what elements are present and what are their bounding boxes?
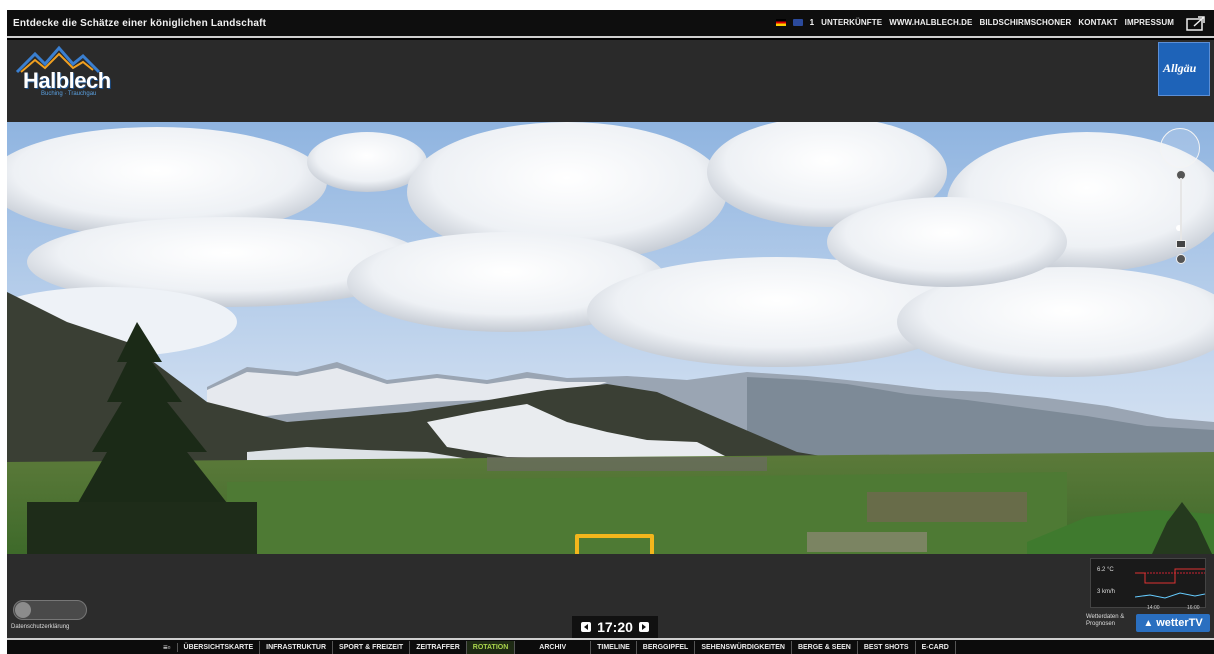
bottom-nav: ≡▫ ÜBERSICHTSKARTE INFRASTRUKTUR SPORT &…: [7, 638, 1214, 654]
nav-archiv[interactable]: ARCHIV: [515, 641, 592, 654]
nav-zeitraffer[interactable]: ZEITRAFFER: [410, 641, 467, 654]
weather-widget[interactable]: 6.2 °C 3 km/h 14:00 16:00 Wetterdaten & …: [1086, 554, 1210, 638]
time-display: 17:20: [597, 619, 633, 635]
nav-link-impressum[interactable]: IMPRESSUM: [1125, 18, 1174, 27]
nav-ecard[interactable]: E-CARD: [916, 641, 956, 654]
graph-tick-1: 14:00: [1147, 605, 1160, 611]
header: Halblech Buching · Trauchgau Allgäu: [7, 40, 1214, 122]
toggle-knob-icon[interactable]: [15, 602, 31, 618]
webcam-page: Entdecke die Schätze einer königlichen L…: [7, 10, 1214, 654]
bottom-nav-items: ≡▫ ÜBERSICHTSKARTE INFRASTRUKTUR SPORT &…: [157, 641, 956, 654]
webcam-panorama[interactable]: [7, 122, 1214, 554]
graph-tick-2: 16:00: [1187, 605, 1200, 611]
nav-sehenswuerdigkeiten[interactable]: SEHENSWÜRDIGKEITEN: [695, 641, 792, 654]
control-panel: Datenschutzerklärung 17:20 6.2 °C 3 km/h…: [7, 554, 1214, 638]
german-flag-icon[interactable]: [775, 19, 786, 26]
weather-chart: 6.2 °C 3 km/h 14:00 16:00: [1090, 558, 1206, 611]
panorama-image: [7, 122, 1214, 554]
previous-time-button[interactable]: [581, 622, 592, 632]
nav-berge-seen[interactable]: BERGE & SEEN: [792, 641, 858, 654]
data-protection-toggle[interactable]: Datenschutzerklärung: [11, 594, 101, 634]
facebook-icon[interactable]: [792, 19, 803, 26]
nav-timeline[interactable]: TIMELINE: [591, 641, 637, 654]
temperature-label: 6.2 °C: [1097, 567, 1114, 573]
compass-icon[interactable]: [1160, 128, 1200, 168]
halblech-logo[interactable]: Halblech Buching · Trauchgau: [13, 42, 133, 102]
wettertv-text: wetterTV: [1156, 617, 1203, 629]
weather-graph: [1135, 568, 1205, 599]
nav-best-shots[interactable]: BEST SHOTS: [858, 641, 916, 654]
logo-subtext: Buching · Trauchgau: [41, 91, 97, 97]
allgaeu-badge[interactable]: Allgäu: [1158, 42, 1210, 96]
nav-link-halblech[interactable]: WWW.HALBLECH.DE: [889, 18, 972, 27]
nav-link-screensaver[interactable]: BILDSCHIRMSCHONER: [979, 18, 1071, 27]
weather-forecast-link[interactable]: Wetterdaten & Prognosen: [1086, 614, 1130, 628]
wettertv-logo[interactable]: ▲ wetterTV: [1136, 614, 1210, 632]
nav-berggipfel[interactable]: BERGGIPFEL: [637, 641, 696, 654]
tagline: Entdecke die Schätze einer königlichen L…: [13, 18, 267, 29]
top-nav: 1 UNTERKÜNFTE WWW.HALBLECH.DE BILDSCHIRM…: [775, 18, 1174, 27]
facebook-count: 1: [809, 18, 815, 27]
nav-link-kontakt[interactable]: KONTAKT: [1078, 18, 1117, 27]
view-toggle-icon[interactable]: ≡▫: [157, 643, 178, 652]
nav-sport-freizeit[interactable]: SPORT & FREIZEIT: [333, 641, 411, 654]
wettertv-icon: ▲: [1143, 617, 1154, 629]
time-control: 17:20: [572, 616, 658, 638]
zoom-out-button[interactable]: [1176, 254, 1186, 264]
wind-label: 3 km/h: [1097, 589, 1116, 595]
zoom-slider-handle[interactable]: [1176, 240, 1186, 248]
share-icon[interactable]: [1186, 16, 1206, 32]
top-bar: Entdecke die Schätze einer königlichen L…: [7, 10, 1214, 38]
down-arrow-icon: [575, 534, 654, 554]
nav-infrastruktur[interactable]: INFRASTRUKTUR: [260, 641, 334, 654]
data-protection-label[interactable]: Datenschutzerklärung: [11, 624, 69, 630]
nav-link-unterkuenfte[interactable]: UNTERKÜNFTE: [821, 18, 882, 27]
next-time-button[interactable]: [638, 622, 649, 632]
zoom-slider[interactable]: [1180, 178, 1182, 248]
nav-uebersichtskarte[interactable]: ÜBERSICHTSKARTE: [178, 641, 261, 654]
allgaeu-text: Allgäu: [1163, 61, 1197, 75]
nav-rotation[interactable]: ROTATION: [466, 641, 516, 654]
